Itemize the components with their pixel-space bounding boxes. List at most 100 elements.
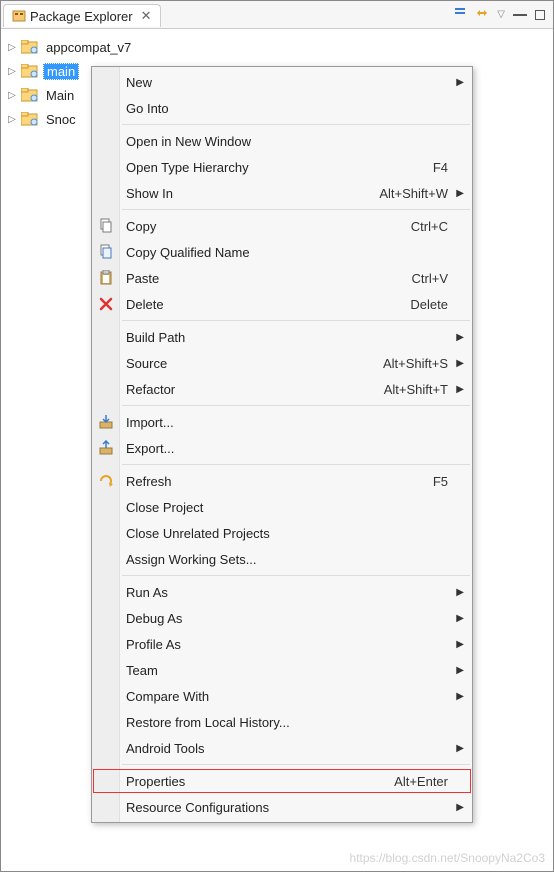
- menu-item-label: Build Path: [126, 330, 448, 345]
- menu-item-shortcut: F4: [433, 160, 448, 175]
- menu-item-copy-qualified-name[interactable]: Copy Qualified Name: [92, 239, 472, 265]
- menu-separator: [122, 575, 470, 576]
- project-folder-icon: [21, 112, 39, 126]
- submenu-arrow-icon: ▶: [456, 188, 464, 199]
- menu-item-shortcut: Alt+Enter: [394, 774, 448, 789]
- menu-item-copy[interactable]: Copy Ctrl+C: [92, 213, 472, 239]
- menu-item-import[interactable]: Import...: [92, 409, 472, 435]
- close-tab-icon[interactable]: ✕: [141, 8, 152, 24]
- submenu-arrow-icon: ▶: [456, 665, 464, 676]
- package-explorer-tab[interactable]: Package Explorer ✕: [3, 4, 161, 27]
- menu-item-label: Open Type Hierarchy: [126, 160, 425, 175]
- menu-item-shortcut: Alt+Shift+T: [384, 382, 448, 397]
- menu-item-open-in-new-window[interactable]: Open in New Window: [92, 128, 472, 154]
- copy-icon: [97, 217, 115, 235]
- menu-item-refresh[interactable]: Refresh F5: [92, 468, 472, 494]
- menu-item-label: Profile As: [126, 637, 448, 652]
- menu-item-shortcut: Delete: [410, 297, 448, 312]
- import-icon: [97, 413, 115, 431]
- menu-item-close-unrelated-projects[interactable]: Close Unrelated Projects: [92, 520, 472, 546]
- submenu-arrow-icon: ▶: [456, 384, 464, 395]
- menu-separator: [122, 464, 470, 465]
- menu-item-label: Assign Working Sets...: [126, 552, 448, 567]
- paste-icon: [97, 269, 115, 287]
- menu-separator: [122, 405, 470, 406]
- menu-item-shortcut: F5: [433, 474, 448, 489]
- project-folder-icon: [21, 64, 39, 78]
- menu-item-assign-working-sets[interactable]: Assign Working Sets...: [92, 546, 472, 572]
- menu-item-go-into[interactable]: Go Into: [92, 95, 472, 121]
- submenu-arrow-icon: ▶: [456, 743, 464, 754]
- menu-item-export[interactable]: Export...: [92, 435, 472, 461]
- menu-item-shortcut: Alt+Shift+S: [383, 356, 448, 371]
- menu-item-delete[interactable]: Delete Delete: [92, 291, 472, 317]
- submenu-arrow-icon: ▶: [456, 332, 464, 343]
- project-folder-icon: [21, 88, 39, 102]
- menu-item-label: Copy Qualified Name: [126, 245, 448, 260]
- menu-item-close-project[interactable]: Close Project: [92, 494, 472, 520]
- expand-arrow-icon[interactable]: ▷: [7, 90, 17, 101]
- menu-item-label: Open in New Window: [126, 134, 448, 149]
- menu-item-run-as[interactable]: Run As ▶: [92, 579, 472, 605]
- watermark: https://blog.csdn.net/SnoopyNa2Co3: [350, 851, 545, 865]
- package-explorer-icon: [12, 9, 26, 23]
- view-header: Package Explorer ✕ ▽: [1, 1, 553, 29]
- submenu-arrow-icon: ▶: [456, 587, 464, 598]
- menu-item-show-in[interactable]: Show InAlt+Shift+W▶: [92, 180, 472, 206]
- expand-arrow-icon[interactable]: ▷: [7, 66, 17, 77]
- menu-item-label: Compare With: [126, 689, 448, 704]
- menu-separator: [122, 320, 470, 321]
- submenu-arrow-icon: ▶: [456, 802, 464, 813]
- tree-item-label: appcompat_v7: [43, 40, 134, 55]
- menu-item-open-type-hierarchy[interactable]: Open Type Hierarchy F4: [92, 154, 472, 180]
- refresh-icon: [97, 472, 115, 490]
- menu-item-restore-from-local-history[interactable]: Restore from Local History...: [92, 709, 472, 735]
- menu-item-properties[interactable]: Properties Alt+Enter: [92, 768, 472, 794]
- menu-item-label: Properties: [126, 774, 386, 789]
- menu-item-label: Delete: [126, 297, 402, 312]
- maximize-icon[interactable]: [535, 10, 545, 20]
- menu-separator: [122, 124, 470, 125]
- menu-item-label: Refresh: [126, 474, 425, 489]
- menu-item-source[interactable]: Source Alt+Shift+S ▶: [92, 350, 472, 376]
- collapse-all-icon[interactable]: [453, 6, 467, 23]
- menu-item-label: Source: [126, 356, 375, 371]
- menu-item-build-path[interactable]: Build Path ▶: [92, 324, 472, 350]
- menu-item-label: Copy: [126, 219, 403, 234]
- view-menu-icon[interactable]: ▽: [497, 9, 505, 20]
- expand-arrow-icon[interactable]: ▷: [7, 42, 17, 53]
- expand-arrow-icon[interactable]: ▷: [7, 114, 17, 125]
- submenu-arrow-icon: ▶: [456, 691, 464, 702]
- minimize-icon[interactable]: [513, 14, 527, 16]
- menu-item-paste[interactable]: PasteCtrl+V: [92, 265, 472, 291]
- menu-item-compare-with[interactable]: Compare With ▶: [92, 683, 472, 709]
- menu-item-label: Restore from Local History...: [126, 715, 448, 730]
- submenu-arrow-icon: ▶: [456, 613, 464, 624]
- view-toolbar: ▽: [453, 6, 551, 23]
- menu-item-shortcut: Ctrl+V: [412, 271, 448, 286]
- menu-item-label: Android Tools: [126, 741, 448, 756]
- menu-item-label: Show In: [126, 186, 371, 201]
- menu-item-shortcut: Ctrl+C: [411, 219, 448, 234]
- copy-qualified-icon: [97, 243, 115, 261]
- tree-item-label: Main: [43, 88, 77, 103]
- tree-item-label: Snoc: [43, 112, 79, 127]
- menu-item-profile-as[interactable]: Profile As ▶: [92, 631, 472, 657]
- menu-item-label: Export...: [126, 441, 448, 456]
- tree-item-appcompat[interactable]: ▷ appcompat_v7: [5, 35, 549, 59]
- menu-item-debug-as[interactable]: Debug As ▶: [92, 605, 472, 631]
- link-with-editor-icon[interactable]: [475, 6, 489, 23]
- menu-item-label: Debug As: [126, 611, 448, 626]
- menu-item-resource-configurations[interactable]: Resource Configurations ▶: [92, 794, 472, 820]
- project-folder-icon: [21, 40, 39, 54]
- menu-item-team[interactable]: Team▶: [92, 657, 472, 683]
- menu-item-label: Run As: [126, 585, 448, 600]
- menu-item-android-tools[interactable]: Android Tools ▶: [92, 735, 472, 761]
- menu-item-new[interactable]: New▶: [92, 69, 472, 95]
- submenu-arrow-icon: ▶: [456, 358, 464, 369]
- submenu-arrow-icon: ▶: [456, 639, 464, 650]
- menu-item-label: New: [126, 75, 448, 90]
- menu-item-refactor[interactable]: RefactorAlt+Shift+T▶: [92, 376, 472, 402]
- menu-separator: [122, 209, 470, 210]
- menu-item-label: Resource Configurations: [126, 800, 448, 815]
